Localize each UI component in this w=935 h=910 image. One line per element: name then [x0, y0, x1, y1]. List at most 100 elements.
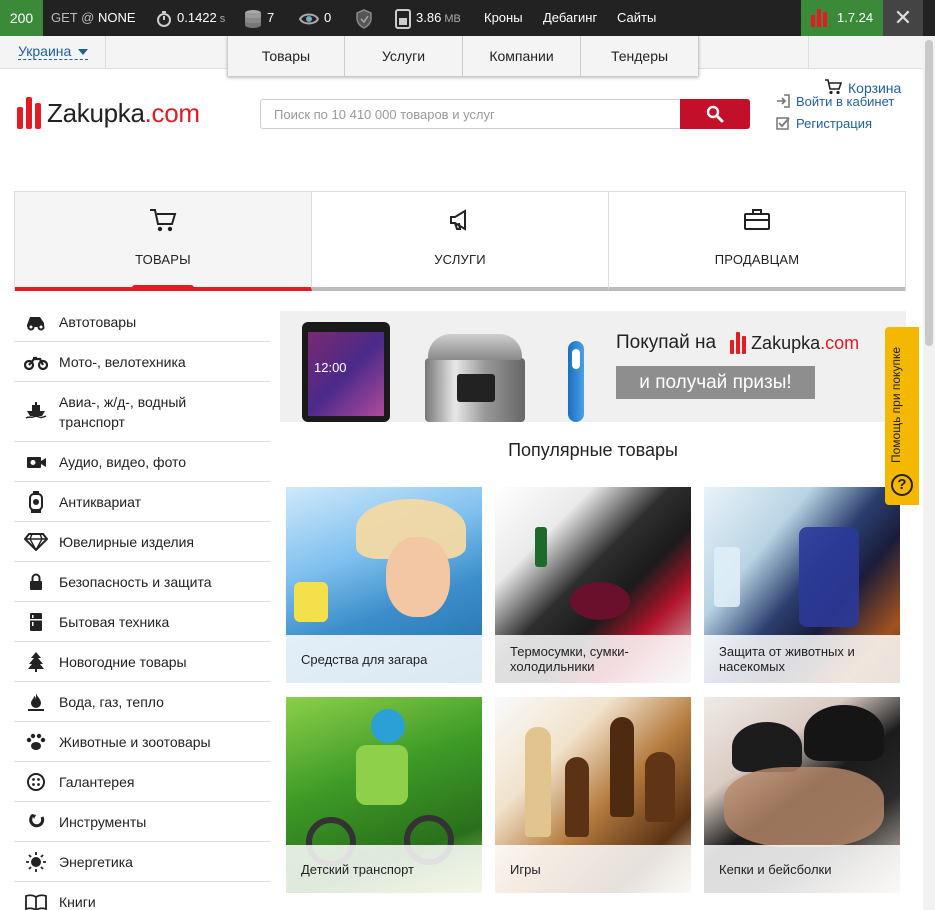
timing-info[interactable]: 0.1422 s [156, 0, 225, 36]
tab-goods[interactable]: Товары [227, 36, 345, 76]
time-value: 0.1422 [177, 10, 217, 25]
logo-text: Zakupka.com [47, 97, 200, 128]
scrollbar-thumb[interactable] [925, 40, 933, 346]
button-icon [24, 772, 48, 792]
camera-icon [24, 452, 48, 472]
close-debug-button[interactable]: ✕ [883, 0, 923, 36]
logo-bars-icon [17, 97, 41, 129]
product-card-sunscreen[interactable]: Средства для загара [286, 487, 482, 683]
cart-icon [825, 79, 843, 95]
login-label: Войти в кабинет [796, 94, 895, 109]
tab-companies[interactable]: Компании [463, 36, 581, 76]
category-item[interactable]: Инструменты [14, 802, 270, 842]
product-card-caps[interactable]: Кепки и бейсболки [704, 697, 900, 893]
fir-tree-icon [24, 651, 48, 672]
time-unit: s [219, 13, 226, 25]
category-item[interactable]: Галантерея [14, 762, 270, 802]
db-info[interactable]: 7 [244, 0, 274, 36]
search-icon [706, 105, 724, 123]
security-info[interactable] [355, 0, 378, 36]
product-card-label: Детский транспорт [286, 845, 482, 893]
request-info[interactable]: GET @ NONE [51, 0, 136, 36]
paw-icon [24, 732, 48, 752]
diamond-icon [24, 532, 48, 552]
section-tab-services[interactable]: УСЛУГИ [312, 192, 609, 291]
database-icon [245, 9, 261, 28]
toothbrush-image [568, 341, 584, 422]
ship-icon [24, 400, 48, 420]
popular-title: Популярные товары [508, 440, 678, 460]
version-logo-icon [811, 9, 827, 27]
version-badge[interactable]: 1.7.24 [801, 0, 883, 36]
tab-services[interactable]: Услуги [345, 36, 463, 76]
section-tab-goods[interactable]: ТОВАРЫ [15, 192, 312, 291]
multicooker-image [425, 334, 525, 422]
search-button[interactable] [680, 99, 750, 129]
product-card-label: Средства для загара [286, 635, 482, 683]
login-link[interactable]: Войти в кабинет [776, 94, 894, 109]
register-link[interactable]: Регистрация [776, 116, 872, 131]
category-item[interactable]: Аудио, видео, фото [14, 442, 270, 482]
banner-logo-bars-icon [730, 332, 747, 354]
lantern-icon [24, 490, 48, 513]
search-box[interactable]: Поиск по 10 410 000 товаров и услуг [260, 99, 750, 129]
product-card-label: Термосумки, сумки-холодильники [495, 635, 691, 683]
category-item[interactable]: Животные и зоотовары [14, 722, 270, 762]
sun-icon [24, 851, 48, 872]
cart-icon [150, 209, 177, 232]
region-selector[interactable]: Украина [18, 43, 89, 60]
lock-icon [24, 572, 48, 592]
version-text: 1.7.24 [837, 10, 874, 25]
main-category-tabs: Товары Услуги Компании Тендеры [227, 36, 699, 76]
category-item[interactable]: Новогодние товары [14, 642, 270, 682]
site-logo[interactable]: Zakupka.com [17, 96, 200, 130]
memory-icon [395, 8, 411, 29]
shield-icon [356, 8, 372, 29]
search-input[interactable]: Поиск по 10 410 000 товаров и услуг [274, 107, 495, 122]
eye-icon [298, 13, 320, 25]
category-item[interactable]: Бытовая техника [14, 602, 270, 642]
requests-info[interactable]: 0 [298, 0, 332, 36]
product-card-games[interactable]: Игры [495, 697, 691, 893]
debug-link-sites[interactable]: Сайты [617, 0, 656, 36]
section-tabs: ТОВАРЫ УСЛУГИ ПРОДАВЦАМ [14, 191, 906, 291]
tablet-image: 12:00 [302, 322, 390, 422]
category-item[interactable]: Автотовары [14, 302, 270, 342]
divider [808, 36, 809, 69]
category-item[interactable]: Антиквариат [14, 482, 270, 522]
promo-banner[interactable]: 12:00 Покупай на Zakupka.com и получай п… [280, 311, 906, 422]
product-card-coolers[interactable]: Термосумки, сумки-холодильники [495, 487, 691, 683]
book-icon [24, 892, 48, 910]
fridge-icon [24, 612, 48, 632]
stopwatch-icon [157, 10, 171, 27]
memory-info[interactable]: 3.86 MB [395, 0, 461, 36]
motorcycle-icon [24, 352, 48, 372]
banner-subheadline: и получай призы! [616, 366, 815, 399]
section-tab-sellers[interactable]: ПРОДАВЦАМ [609, 192, 905, 291]
category-item[interactable]: Энергетика [14, 842, 270, 882]
scrollbar[interactable] [923, 36, 935, 910]
briefcase-icon [744, 209, 770, 230]
help-question-icon: ? [891, 474, 913, 496]
category-item[interactable]: Авиа-, ж/д-, водный транспорт [14, 382, 270, 442]
category-item[interactable]: Вода, газ, тепло [14, 682, 270, 722]
product-card-pest-control[interactable]: Защита от животных и насекомых [704, 487, 900, 683]
category-item[interactable]: Безопасность и защита [14, 562, 270, 602]
debug-link-debugging[interactable]: Дебагинг [543, 0, 597, 36]
divider [105, 36, 106, 69]
product-card-label: Игры [495, 845, 691, 893]
category-item[interactable]: Ювелирные изделия [14, 522, 270, 562]
debug-link-crons[interactable]: Кроны [484, 0, 523, 36]
category-sidebar: Автотовары Мото-, велотехника Авиа-, ж/д… [14, 302, 270, 910]
requests-count: 0 [324, 10, 332, 25]
tab-tenders[interactable]: Тендеры [581, 36, 699, 76]
status-code[interactable]: 200 [0, 0, 43, 36]
product-card-label: Защита от животных и насекомых [704, 635, 900, 683]
category-item[interactable]: Книги [14, 882, 270, 910]
product-card-kids-transport[interactable]: Детский транспорт [286, 697, 482, 893]
help-tab-label: Помощь при покупке [889, 346, 903, 463]
wrench-icon [24, 812, 48, 832]
category-item[interactable]: Мото-, велотехника [14, 342, 270, 382]
help-tab[interactable]: Помощь при покупке ? [885, 327, 919, 505]
banner-headline: Покупай на Zakupka.com [616, 332, 860, 354]
